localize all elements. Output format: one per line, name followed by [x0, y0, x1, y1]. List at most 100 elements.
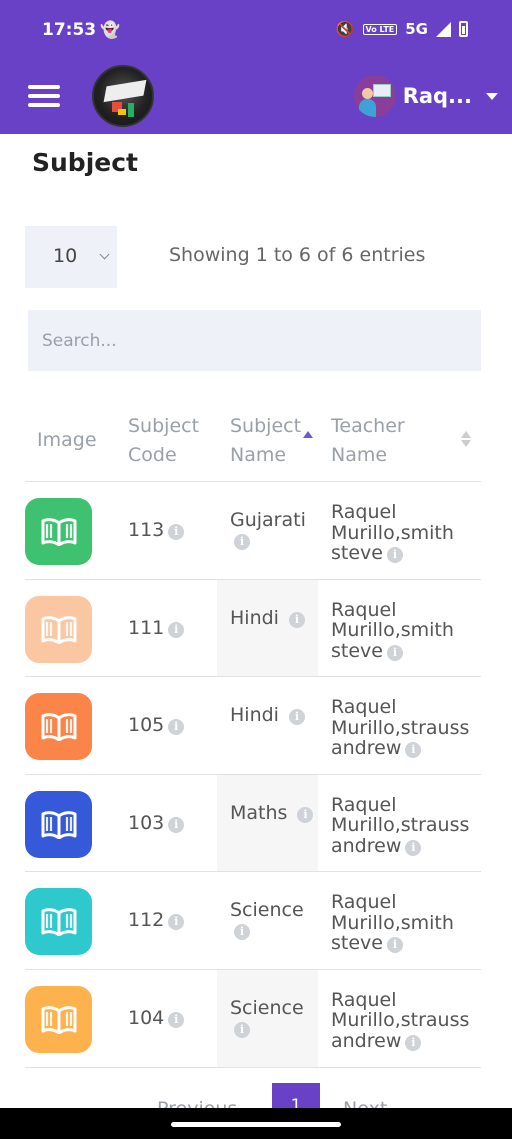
column-header-teacher-name[interactable]: Teacher Name: [331, 412, 441, 470]
info-icon[interactable]: i: [168, 719, 185, 736]
entries-info: Showing 1 to 6 of 6 entries: [169, 244, 426, 266]
snapchat-icon: 👻: [100, 20, 120, 39]
page-length-select[interactable]: 10: [25, 226, 117, 288]
table-row[interactable]: 112 i Science i Raquel Murillo,smith steve i: [25, 872, 481, 970]
column-header-image[interactable]: Image: [37, 426, 97, 455]
table-row[interactable]: 113 i Gujarati i Raquel Murillo,smith steve…: [25, 482, 481, 580]
app-header: Raq...: [0, 60, 512, 134]
subject-code: 113: [128, 519, 165, 541]
page-length-value: 10: [53, 245, 78, 267]
teacher-name-cell: Raquel Murillo,strauss andrew i: [331, 795, 481, 857]
book-icon: [40, 908, 78, 937]
sort-icon: [461, 431, 471, 447]
hamburger-icon[interactable]: [28, 85, 60, 107]
home-gesture-bar[interactable]: [171, 1122, 341, 1127]
teacher-name-cell: Raquel Murillo,strauss andrew i: [331, 990, 481, 1052]
info-icon[interactable]: i: [234, 1021, 250, 1038]
subject-image: [25, 693, 92, 761]
table-row[interactable]: 105 i Hindi i Raquel Murillo,strauss andrew…: [25, 677, 481, 775]
avatar: [353, 75, 396, 117]
info-icon[interactable]: i: [289, 611, 305, 628]
book-icon: [40, 810, 78, 839]
subject-code-cell: 113 i: [128, 519, 185, 541]
info-icon[interactable]: i: [168, 524, 185, 540]
subject-name: Maths: [230, 801, 288, 824]
book-icon: [40, 713, 78, 742]
table-row[interactable]: 104 i Science i Raquel Murillo,strauss andr…: [25, 969, 481, 1068]
subject-code: 112: [128, 909, 165, 932]
subject-code: 103: [128, 811, 165, 834]
battery-icon: [459, 21, 468, 37]
user-name: Raq...: [402, 84, 472, 108]
info-icon[interactable]: i: [405, 1034, 422, 1051]
table-header: Image Subject Code Subject Name Teacher …: [25, 398, 481, 482]
column-header-subject-name[interactable]: Subject Name: [230, 412, 325, 470]
status-time: 17:53: [42, 20, 97, 40]
school-logo[interactable]: [92, 65, 154, 127]
info-icon[interactable]: i: [168, 621, 185, 638]
info-icon[interactable]: i: [234, 924, 250, 941]
subject-image: [25, 985, 92, 1053]
system-nav-bar: [0, 1108, 512, 1139]
teacher-name-cell: Raquel Murillo,smith steve i: [331, 892, 481, 954]
info-icon[interactable]: i: [168, 914, 185, 931]
teacher-name-cell: Raquel Murillo,strauss andrew i: [331, 697, 481, 759]
info-icon[interactable]: i: [168, 1011, 185, 1028]
info-icon[interactable]: i: [405, 839, 422, 856]
subject-code-cell: 103 i: [128, 811, 185, 834]
book-icon: [40, 615, 78, 644]
subject-name: Science: [230, 996, 304, 1019]
subject-table: Image Subject Code Subject Name Teacher …: [25, 398, 481, 1068]
mute-icon: 🔇: [335, 20, 355, 38]
subject-image: [25, 498, 92, 565]
status-icons: 🔇 Vo LTE 5G: [336, 20, 468, 38]
subject-image: [25, 888, 92, 956]
subject-code: 104: [128, 1006, 165, 1029]
subject-code: 111: [128, 616, 165, 639]
teacher-name-cell: Raquel Murillo,smith steve i: [331, 599, 481, 662]
subject-name: Science: [230, 899, 304, 922]
sort-ascending-icon: [303, 431, 313, 438]
info-icon[interactable]: i: [386, 547, 403, 563]
page-title: Subject: [32, 148, 138, 177]
subject-name: Hindi: [230, 606, 279, 629]
chevron-down-icon: [486, 92, 498, 100]
search-input[interactable]: [28, 310, 481, 371]
subject-code-cell: 111 i: [128, 616, 185, 639]
table-row[interactable]: 103 i Maths i Raquel Murillo,strauss andrew…: [25, 774, 481, 873]
subject-name-cell: Gujarati i: [230, 510, 314, 550]
info-icon[interactable]: i: [405, 742, 422, 759]
subject-code: 105: [128, 714, 165, 737]
subject-name-cell: Maths i: [230, 803, 314, 823]
user-menu[interactable]: Raq...: [353, 75, 498, 117]
info-icon[interactable]: i: [168, 816, 185, 833]
info-icon[interactable]: i: [386, 937, 403, 954]
info-icon[interactable]: i: [289, 709, 305, 726]
info-icon[interactable]: i: [234, 534, 250, 550]
book-icon: [40, 1006, 78, 1034]
teacher-name-cell: Raquel Murillo,smith steve i: [331, 502, 481, 564]
table-body: 113 i Gujarati i Raquel Murillo,smith steve…: [25, 482, 481, 1068]
teacher-name: Raquel Murillo,strauss andrew: [331, 696, 470, 760]
chevron-down-icon: [99, 249, 110, 260]
subject-code-cell: 104 i: [128, 1006, 185, 1029]
subject-name: Gujarati: [230, 509, 306, 531]
status-bar: 17:53 👻 🔇 Vo LTE 5G: [0, 0, 512, 60]
info-icon[interactable]: i: [297, 806, 314, 823]
subject-name: Hindi: [230, 704, 279, 727]
table-row[interactable]: 111 i Hindi i Raquel Murillo,smith steve i: [25, 579, 481, 678]
teacher-name: Raquel Murillo,strauss andrew: [331, 793, 470, 857]
subject-name-cell: Science i: [230, 998, 314, 1038]
subject-name-cell: Hindi i: [230, 704, 314, 727]
subject-code-cell: 105 i: [128, 714, 185, 737]
subject-code-cell: 112 i: [128, 909, 185, 932]
teacher-name: Raquel Murillo,strauss andrew: [331, 988, 470, 1052]
subject-image: [25, 595, 92, 663]
subject-name-cell: Hindi i: [230, 608, 314, 628]
info-icon[interactable]: i: [386, 644, 403, 661]
column-header-subject-code[interactable]: Subject Code: [128, 412, 218, 470]
subject-name-cell: Science i: [230, 899, 314, 941]
book-icon: [40, 518, 78, 546]
network-label: 5G: [405, 20, 428, 38]
volte-icon: Vo LTE: [362, 23, 398, 35]
